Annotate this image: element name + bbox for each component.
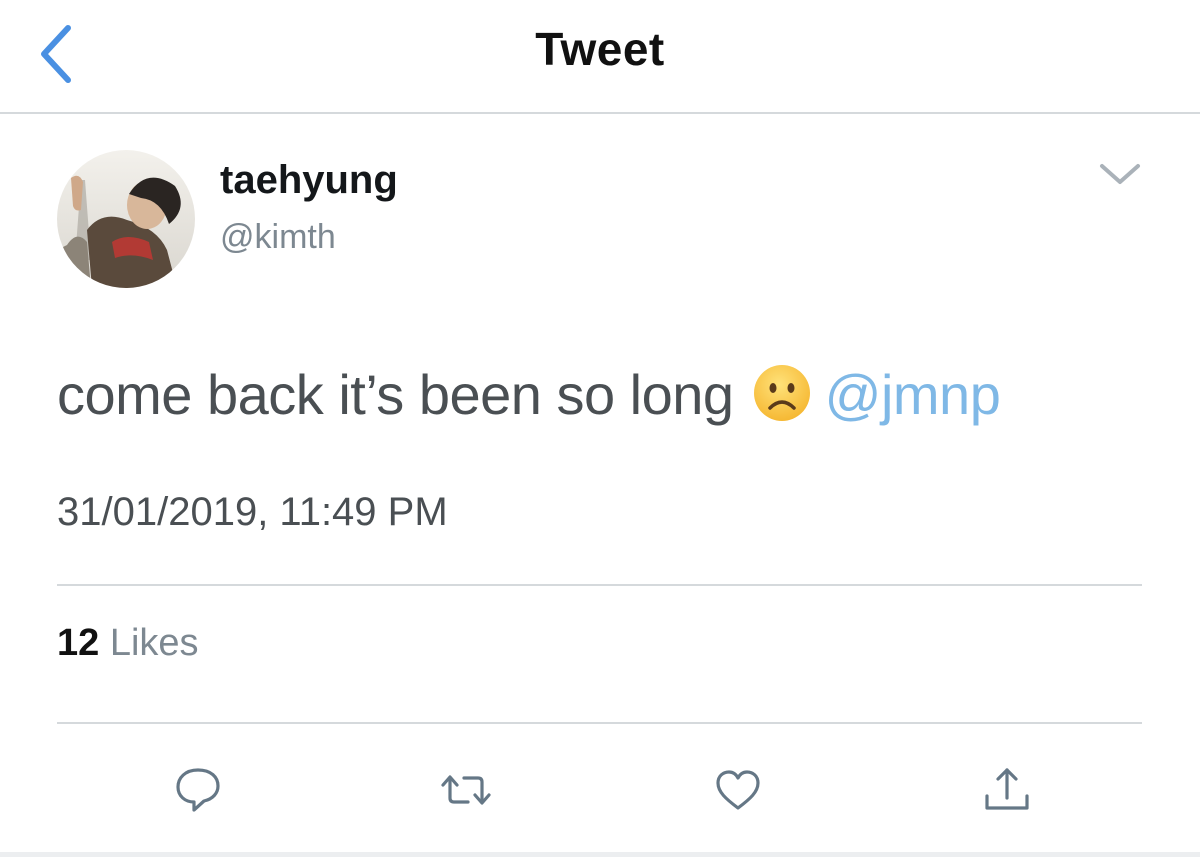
tweet-text: come back it’s been so long (57, 363, 734, 426)
like-button[interactable] (710, 762, 766, 818)
divider (57, 722, 1142, 724)
page-title: Tweet (535, 23, 665, 75)
reply-button[interactable] (170, 762, 226, 818)
top-nav-bar: Tweet (0, 0, 1200, 114)
author-handle[interactable]: @kimth (220, 218, 336, 257)
author-name[interactable]: taehyung (220, 158, 398, 203)
avatar-photo (57, 150, 195, 288)
bottom-edge (0, 852, 1200, 857)
caret-down-icon (1100, 164, 1140, 184)
reply-icon (176, 768, 220, 812)
sad-face-emoji (753, 365, 810, 421)
like-heart-icon (716, 770, 760, 810)
likes-stat[interactable]: 12 Likes (57, 622, 199, 665)
tweet-options-button[interactable] (1096, 156, 1144, 192)
tweet-body: come back it’s been so long @jmnp (57, 362, 1001, 427)
share-button[interactable] (979, 762, 1035, 818)
retweet-icon (441, 775, 491, 805)
mention-link[interactable]: @jmnp (825, 363, 1001, 426)
avatar[interactable] (57, 150, 195, 288)
tweet-timestamp: 31/01/2019, 11:49 PM (57, 490, 448, 534)
divider (57, 584, 1142, 586)
likes-count: 12 (57, 622, 100, 664)
share-icon (985, 768, 1029, 810)
retweet-button[interactable] (438, 762, 494, 818)
likes-label: Likes (109, 622, 199, 664)
